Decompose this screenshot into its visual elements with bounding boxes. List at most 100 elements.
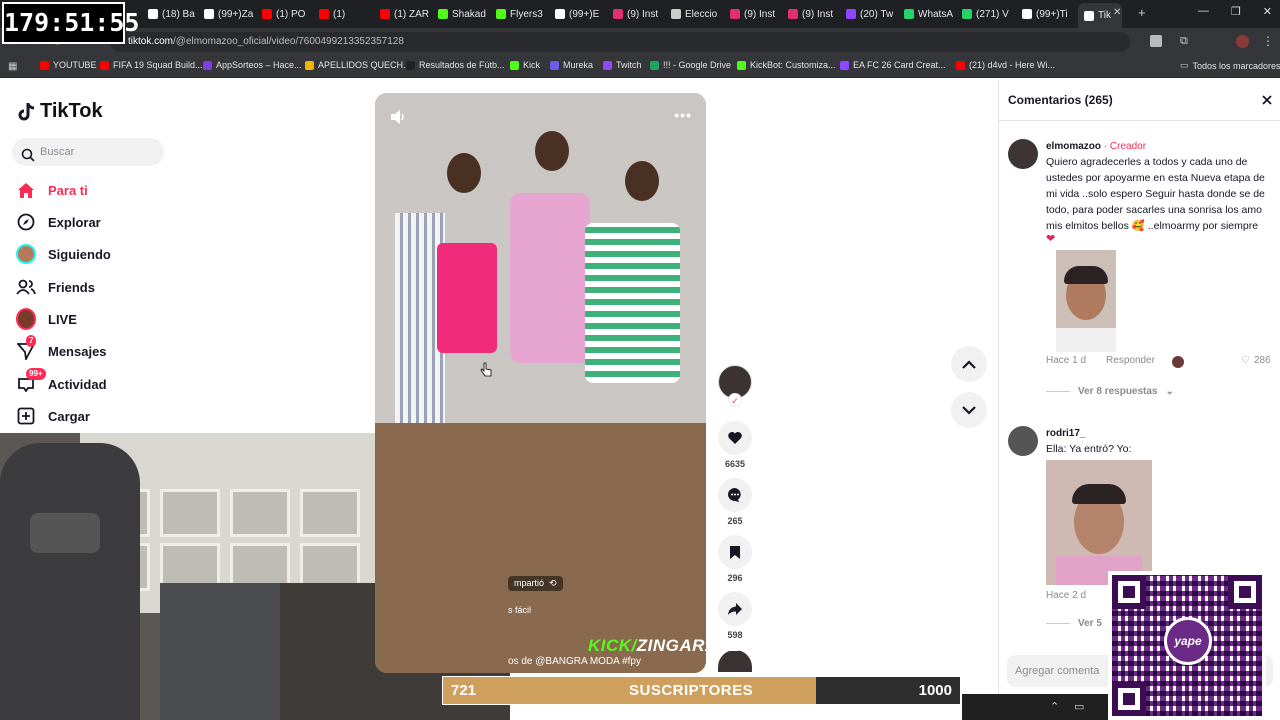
search-input[interactable]: Buscar bbox=[12, 138, 164, 166]
browser-tab[interactable]: (1) ZAR bbox=[380, 5, 432, 23]
maximize-icon[interactable]: ❐ bbox=[1231, 5, 1241, 18]
bookmark-item[interactable]: APELLIDOS QUECH... bbox=[305, 60, 411, 70]
tab-favicon-icon bbox=[846, 9, 856, 19]
taskbar-chevron-up-icon[interactable]: ⌃ bbox=[1050, 700, 1059, 713]
hand-cursor-icon bbox=[480, 362, 492, 383]
browser-tab[interactable]: (271) V bbox=[962, 5, 1014, 23]
tab-favicon-icon bbox=[496, 9, 506, 19]
heart-icon bbox=[718, 421, 752, 455]
browser-tab[interactable]: Shakad bbox=[438, 5, 490, 23]
previous-video-button[interactable] bbox=[951, 346, 987, 382]
sidebar-item-actividad[interactable]: 99+ Actividad bbox=[16, 368, 107, 394]
comment-like-button[interactable]: ♡ 286 bbox=[1241, 355, 1271, 366]
browser-tab[interactable]: (1) bbox=[319, 5, 371, 23]
bookmark-favicon-icon bbox=[40, 60, 49, 70]
sidebar-item-explorar[interactable]: Explorar bbox=[16, 212, 101, 232]
bookmark-item[interactable]: Resultados de Fútb... bbox=[406, 60, 505, 70]
comment-avatar[interactable] bbox=[1008, 426, 1038, 456]
bookmark-item[interactable]: Kick bbox=[510, 60, 540, 70]
sidebar-item-label: Cargar bbox=[48, 408, 90, 424]
search-icon bbox=[21, 145, 35, 173]
view-replies-button[interactable]: Ver 5 bbox=[1046, 618, 1102, 629]
video-caption-tags: os de @BANGRA MODA #fpy bbox=[508, 656, 641, 667]
url-field[interactable]: tiktok.com/@elmomazoo_oficial/video/7600… bbox=[110, 32, 1130, 52]
browser-tab[interactable]: WhatsA bbox=[904, 5, 956, 23]
sidebar-item-label: LIVE bbox=[48, 311, 77, 327]
comment-image[interactable] bbox=[1056, 250, 1116, 352]
sidebar-item-para-ti[interactable]: Para ti bbox=[16, 180, 88, 200]
sidebar-item-friends[interactable]: Friends bbox=[16, 277, 95, 297]
bookmark-item[interactable]: YOUTUBE bbox=[40, 60, 97, 70]
save-count: 296 bbox=[727, 573, 743, 583]
tab-favicon-icon bbox=[148, 9, 158, 19]
tiktok-wordmark: TikTok bbox=[40, 100, 103, 122]
bookmark-item[interactable]: (21) d4vd - Here Wi... bbox=[956, 60, 1055, 70]
browser-tab[interactable]: Eleccio bbox=[671, 5, 723, 23]
comment-username[interactable]: rodri17_ bbox=[1046, 428, 1085, 439]
chevron-down-icon: ⌄ bbox=[1165, 386, 1174, 397]
windows-taskbar: ⌃ ▭ bbox=[962, 694, 1108, 720]
profile-avatar[interactable] bbox=[1236, 35, 1249, 48]
comment-avatar[interactable] bbox=[1008, 139, 1038, 169]
share-button[interactable]: 598 bbox=[718, 592, 752, 640]
bookmark-item[interactable]: !!! - Google Drive bbox=[650, 60, 731, 70]
sidebar-item-live[interactable]: LIVE bbox=[16, 308, 77, 330]
tab-label: Flyers3 bbox=[510, 8, 543, 20]
bookmark-item[interactable]: Twitch bbox=[603, 60, 642, 70]
tab-favicon-icon bbox=[730, 9, 740, 19]
comment-image[interactable] bbox=[1046, 460, 1152, 585]
view-replies-button[interactable]: Ver 8 respuestas ⌄ bbox=[1046, 386, 1174, 397]
window-controls: — ❐ ✕ bbox=[1198, 5, 1272, 18]
new-tab-icon[interactable]: + bbox=[1138, 5, 1146, 20]
shared-chip[interactable]: mpartió ⟲ bbox=[508, 576, 563, 591]
save-button[interactable]: 296 bbox=[718, 535, 752, 583]
tab-favicon-icon bbox=[319, 9, 329, 19]
bookmark-item[interactable]: FIFA 19 Squad Build... bbox=[100, 60, 203, 70]
browser-tab[interactable]: (20) Tw bbox=[846, 5, 898, 23]
video-player[interactable]: ••• mpartió ⟲ s fácil os de @BANGRA MODA… bbox=[375, 93, 706, 673]
repost-icon: ⟲ bbox=[546, 578, 557, 588]
extension-icon[interactable] bbox=[1150, 35, 1162, 47]
browser-tab[interactable]: (99+)E bbox=[555, 5, 607, 23]
sidebar-item-mensajes[interactable]: 7 Mensajes bbox=[16, 335, 107, 361]
bookmark-item[interactable]: Mureka bbox=[550, 60, 593, 70]
browser-tab[interactable]: (1) PO bbox=[262, 5, 314, 23]
network-icon[interactable]: ▭ bbox=[1074, 700, 1084, 713]
reply-button[interactable]: Responder bbox=[1106, 355, 1155, 366]
browser-tab[interactable]: Flyers3 bbox=[496, 5, 548, 23]
minimize-icon[interactable]: — bbox=[1198, 5, 1209, 18]
browser-tab[interactable]: (99+)Za bbox=[204, 5, 256, 23]
comment-time: Hace 1 d bbox=[1046, 355, 1087, 366]
tab-label: WhatsA bbox=[918, 8, 954, 20]
tiktok-logo[interactable]: TikTok bbox=[18, 100, 103, 123]
tab-favicon-icon bbox=[1022, 9, 1032, 19]
browser-tab[interactable]: (9) Inst bbox=[613, 5, 665, 23]
puzzle-icon[interactable]: ⧉ bbox=[1180, 35, 1188, 48]
close-icon[interactable] bbox=[1262, 92, 1272, 110]
bookmark-item[interactable]: KickBot: Customiza... bbox=[737, 60, 836, 70]
bookmark-item[interactable]: AppSorteos – Hace... bbox=[203, 60, 302, 70]
bookmark-item[interactable]: EA FC 26 Card Creat... bbox=[840, 60, 946, 70]
comment-username[interactable]: elmomazoo · Creador bbox=[1046, 141, 1146, 152]
close-window-icon[interactable]: ✕ bbox=[1263, 5, 1272, 18]
browser-tab[interactable]: (9) Inst bbox=[730, 5, 782, 23]
menu-icon[interactable]: ⋮ bbox=[1262, 34, 1274, 48]
apps-grid-icon[interactable]: ▦ bbox=[8, 61, 17, 72]
sidebar-item-siguiendo[interactable]: Siguiendo bbox=[16, 244, 111, 264]
following-avatar-icon bbox=[16, 244, 36, 264]
browser-tab[interactable]: (99+)Ti bbox=[1022, 5, 1074, 23]
more-options-icon[interactable]: ••• bbox=[674, 107, 692, 123]
sidebar-item-label: Friends bbox=[48, 279, 95, 295]
following-check-icon[interactable]: ✓ bbox=[728, 393, 742, 407]
close-tab-icon[interactable]: ✕ bbox=[1113, 7, 1121, 18]
next-video-button[interactable] bbox=[951, 392, 987, 428]
bookmark-favicon-icon bbox=[603, 60, 612, 70]
sidebar-item-cargar[interactable]: Cargar bbox=[16, 406, 90, 426]
browser-tab[interactable]: (9) Inst bbox=[788, 5, 840, 23]
volume-icon[interactable] bbox=[389, 109, 407, 130]
comment-button[interactable]: 265 bbox=[718, 478, 752, 526]
tab-favicon-icon bbox=[262, 9, 272, 19]
like-button[interactable]: 6635 bbox=[718, 421, 752, 469]
browser-tab[interactable]: (18) Ba bbox=[148, 5, 200, 23]
all-bookmarks[interactable]: ▭ Todos los marcadores bbox=[1180, 60, 1280, 71]
